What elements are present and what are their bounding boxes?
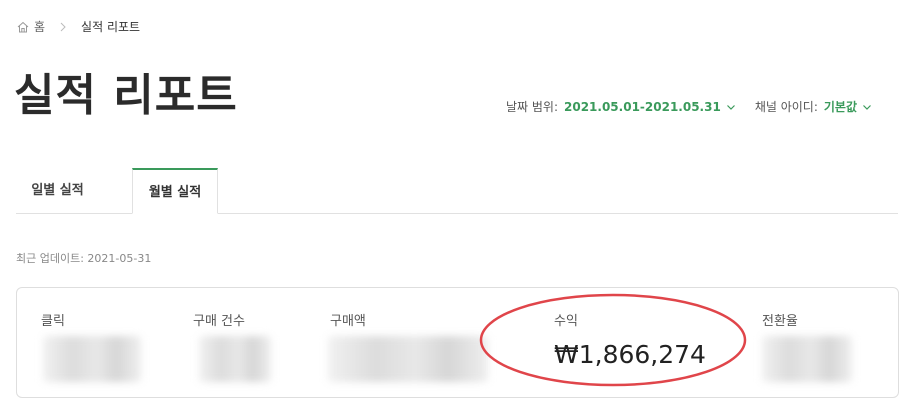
tab-monthly[interactable]: 월별 실적 <box>132 168 218 214</box>
metrics-card: 클릭 구매 건수 구매액 수익 ₩1,866,274 전환율 <box>16 287 899 398</box>
chevron-down-icon <box>863 104 871 110</box>
revenue-value: ₩1,866,274 <box>554 340 706 369</box>
report-tabs: 일별 실적 월별 실적 <box>16 168 898 214</box>
filter-bar: 날짜 범위: 2021.05.01-2021.05.31 채널 아이디: 기본값 <box>506 98 873 115</box>
breadcrumb: 홈 실적 리포트 <box>16 18 140 35</box>
metric-conversion-rate: 전환율 <box>762 310 798 329</box>
chevron-right-icon <box>60 22 66 31</box>
channel-id-dropdown[interactable]: 채널 아이디: 기본값 <box>755 98 873 115</box>
last-updated-text: 최근 업데이트: 2021-05-31 <box>16 252 152 265</box>
home-icon[interactable] <box>16 20 30 34</box>
metric-purchase-amount: 구매액 <box>330 310 366 329</box>
date-range-label: 날짜 범위: <box>505 100 558 114</box>
chevron-down-icon <box>726 104 735 110</box>
blurred-value <box>199 336 271 382</box>
metric-purchase-count: 구매 건수 <box>193 310 245 329</box>
breadcrumb-home-link[interactable]: 홈 <box>34 18 45 35</box>
date-range-dropdown[interactable]: 날짜 범위: 2021.05.01-2021.05.31 <box>506 98 737 115</box>
blurred-value <box>328 336 488 382</box>
metric-clicks: 클릭 <box>41 310 65 329</box>
metric-label: 클릭 <box>41 314 65 329</box>
date-range-value: 2021.05.01-2021.05.31 <box>564 99 721 114</box>
channel-id-value: 기본값 <box>823 100 857 114</box>
metric-label: 전환율 <box>762 314 798 329</box>
page-title: 실적 리포트 <box>14 70 238 121</box>
metric-label: 수익 <box>554 314 578 329</box>
breadcrumb-current: 실적 리포트 <box>81 20 141 34</box>
blurred-value <box>43 336 141 382</box>
metric-revenue: 수익 <box>554 310 578 329</box>
metric-label: 구매 건수 <box>193 314 245 329</box>
metric-label: 구매액 <box>330 314 366 329</box>
tab-daily[interactable]: 일별 실적 <box>16 168 99 213</box>
channel-id-label: 채널 아이디: <box>754 100 818 114</box>
blurred-value <box>762 336 852 382</box>
